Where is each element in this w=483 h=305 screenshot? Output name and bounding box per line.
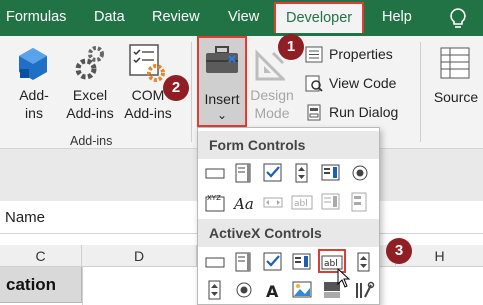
form-text-field-icon[interactable]: abl <box>291 191 313 213</box>
toolbox-icon <box>206 46 238 73</box>
group-separator <box>191 42 192 142</box>
svg-text:Aa: Aa <box>233 195 254 213</box>
form-combo-list-icon[interactable] <box>320 191 342 213</box>
form-button-control-icon[interactable] <box>204 162 226 184</box>
design-mode-button: Design Mode <box>250 87 294 121</box>
excel-addins-gear-icon[interactable] <box>74 45 108 81</box>
cell-c[interactable]: cation <box>0 267 82 303</box>
activex-option-button-icon[interactable] <box>233 279 255 301</box>
addins-button[interactable]: Add- ins <box>14 86 54 122</box>
svg-text:abl: abl <box>294 199 308 209</box>
svg-text:XYZ: XYZ <box>207 194 221 202</box>
tab-view[interactable]: View <box>228 0 259 36</box>
activex-label-icon[interactable]: A <box>262 279 284 301</box>
run-dialog-icon <box>307 104 321 121</box>
addins-icon[interactable] <box>18 47 48 81</box>
tab-developer[interactable]: Developer <box>274 2 365 33</box>
step-badge-1: 1 <box>278 34 304 60</box>
more-controls-icon[interactable] <box>353 279 375 301</box>
activex-list-box-icon[interactable] <box>291 251 313 273</box>
chevron-down-icon: ⌄ <box>216 108 228 122</box>
form-option-button-icon[interactable] <box>349 162 371 184</box>
step-badge-3: 3 <box>386 238 412 264</box>
activex-check-box-icon[interactable] <box>262 251 284 273</box>
form-scroll-bar-icon[interactable] <box>262 191 284 213</box>
properties-icon <box>305 46 323 63</box>
column-header-c[interactable]: C <box>0 245 82 267</box>
form-combo-dropdown-icon[interactable] <box>349 191 371 213</box>
lightbulb-icon[interactable] <box>448 7 468 31</box>
mouse-cursor-icon <box>337 268 351 288</box>
com-addins-icon[interactable] <box>128 43 166 83</box>
activex-controls-header: ActiveX Controls <box>198 219 379 247</box>
form-spin-button-icon[interactable] <box>291 162 313 184</box>
group-separator <box>420 42 421 142</box>
activex-spin-button-icon[interactable] <box>353 251 375 273</box>
tab-review[interactable]: Review <box>152 0 200 36</box>
form-group-box-icon[interactable]: XYZ <box>204 191 226 213</box>
svg-text:A: A <box>266 282 279 301</box>
source-icon[interactable] <box>440 47 470 79</box>
form-combo-box-icon[interactable] <box>233 162 255 184</box>
source-button[interactable]: Source <box>432 88 480 106</box>
form-check-box-icon[interactable] <box>262 162 284 184</box>
activex-command-button-icon[interactable] <box>204 251 226 273</box>
ribbon-tab-bar: Formulas Data Review View Developer Help <box>0 0 483 36</box>
name-box-label: Name <box>5 209 46 226</box>
tab-help[interactable]: Help <box>382 0 412 36</box>
tab-data[interactable]: Data <box>94 0 125 36</box>
insert-controls-dropdown: Form Controls XYZ Aa abl ActiveX Control… <box>197 127 380 305</box>
tab-formulas[interactable]: Formulas <box>6 0 66 36</box>
column-header-d[interactable]: D <box>82 245 197 267</box>
gridline <box>82 267 83 305</box>
form-controls-header: Form Controls <box>198 131 379 159</box>
excel-addins-button[interactable]: Excel Add-ins <box>64 86 116 122</box>
step-badge-2: 2 <box>163 75 189 101</box>
activex-combo-box-icon[interactable] <box>233 251 255 273</box>
form-list-box-icon[interactable] <box>320 162 342 184</box>
form-label-icon[interactable]: Aa <box>233 191 255 213</box>
view-code-icon <box>305 75 323 92</box>
activex-scroll-bar-icon[interactable] <box>204 279 226 301</box>
addins-group-label: Add-ins <box>70 134 113 148</box>
activex-image-icon[interactable] <box>291 279 313 301</box>
insert-controls-button[interactable]: Insert ⌄ <box>197 36 247 127</box>
